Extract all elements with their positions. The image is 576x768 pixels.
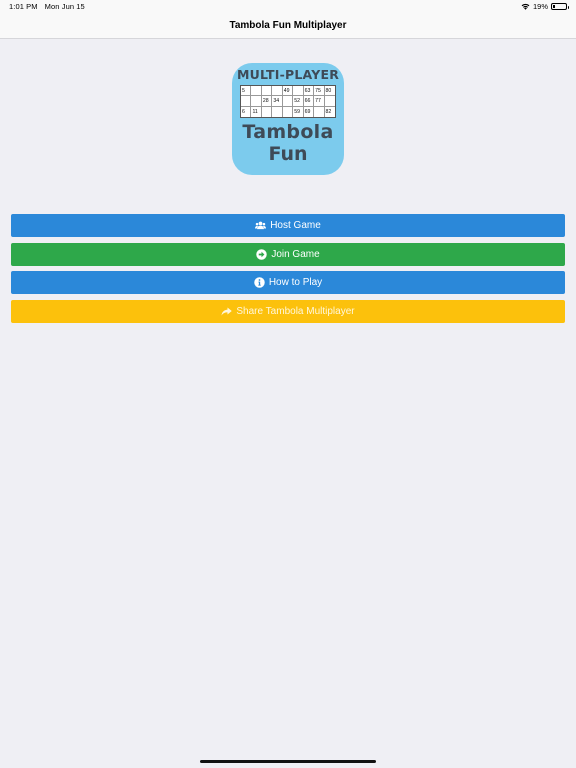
how-to-play-button[interactable]: How to Play bbox=[11, 271, 565, 294]
ticket-cell bbox=[241, 96, 252, 107]
status-bar: 1:01 PM Mon Jun 15 19% bbox=[0, 0, 576, 14]
share-arrow-icon bbox=[221, 307, 233, 315]
ticket-cell: 6 bbox=[241, 106, 252, 117]
share-label: Share Tambola Multiplayer bbox=[236, 305, 355, 317]
battery-fill bbox=[553, 5, 555, 8]
ticket-cell bbox=[293, 86, 304, 97]
page-title: Tambola Fun Multiplayer bbox=[229, 20, 347, 31]
ticket-cell bbox=[314, 106, 325, 117]
ticket-cell: 80 bbox=[324, 86, 335, 97]
join-game-label: Join Game bbox=[271, 248, 320, 260]
ticket-cell bbox=[282, 96, 294, 107]
app-logo: MULTI-PLAYER 5 49 63 75 80 28 34 52 66 77 6 11 59 69 8… bbox=[232, 63, 344, 175]
ticket-cell bbox=[272, 86, 283, 97]
share-button[interactable]: Share Tambola Multiplayer bbox=[11, 299, 565, 323]
ticket-cell: 77 bbox=[314, 96, 325, 107]
ticket-cell: 63 bbox=[303, 86, 315, 97]
status-date: Mon Jun 15 bbox=[44, 2, 85, 11]
ticket-cell: 69 bbox=[304, 106, 315, 117]
ticket-cell: 82 bbox=[325, 108, 332, 115]
status-left: 1:01 PM Mon Jun 15 bbox=[9, 2, 85, 11]
navigation-bar: Tambola Fun Multiplayer bbox=[0, 14, 576, 39]
battery-percent: 19% bbox=[532, 2, 548, 11]
ticket-cell bbox=[261, 86, 273, 97]
status-time: 1:01 PM bbox=[9, 2, 38, 11]
ticket-cell: 5 bbox=[241, 86, 252, 97]
users-icon bbox=[255, 221, 267, 230]
logo-ticket: 5 49 63 75 80 28 34 52 66 77 6 11 59 69 82 bbox=[240, 85, 336, 118]
join-game-button[interactable]: Join Game bbox=[11, 242, 565, 266]
ticket-cell bbox=[283, 106, 294, 117]
main-menu: Host Game Join Game How to Play Share Ta… bbox=[11, 214, 565, 328]
ticket-cell bbox=[262, 106, 273, 117]
battery-icon bbox=[551, 3, 569, 10]
logo-subtitle: Fun bbox=[268, 143, 308, 165]
info-circle-icon bbox=[254, 277, 265, 288]
ticket-cell: 34 bbox=[272, 96, 283, 107]
logo-title: Tambola bbox=[242, 121, 334, 143]
status-right: 19% bbox=[521, 2, 569, 11]
ticket-cell bbox=[272, 106, 283, 117]
arrow-circle-right-icon bbox=[256, 248, 268, 260]
ticket-cell: 11 bbox=[251, 106, 262, 117]
ticket-cell: 75 bbox=[314, 86, 325, 97]
ticket-cell: 28 bbox=[261, 96, 273, 107]
wifi-icon bbox=[521, 3, 530, 10]
ticket-cell bbox=[251, 86, 262, 97]
host-game-button[interactable]: Host Game bbox=[11, 214, 565, 237]
home-indicator[interactable] bbox=[200, 760, 376, 763]
ticket-cell: 49 bbox=[282, 86, 294, 97]
logo-top-text: MULTI-PLAYER bbox=[236, 67, 340, 82]
ticket-cell bbox=[324, 96, 335, 107]
host-game-label: Host Game bbox=[270, 220, 321, 231]
ticket-cell: 59 bbox=[293, 106, 304, 117]
ticket-grid: 5 49 63 75 80 28 34 52 66 77 6 11 59 69 82 bbox=[241, 86, 335, 117]
how-to-play-label: How to Play bbox=[268, 277, 323, 288]
ticket-cell: 66 bbox=[303, 96, 315, 107]
ticket-cell: 52 bbox=[293, 96, 304, 107]
ticket-cell bbox=[251, 96, 262, 107]
